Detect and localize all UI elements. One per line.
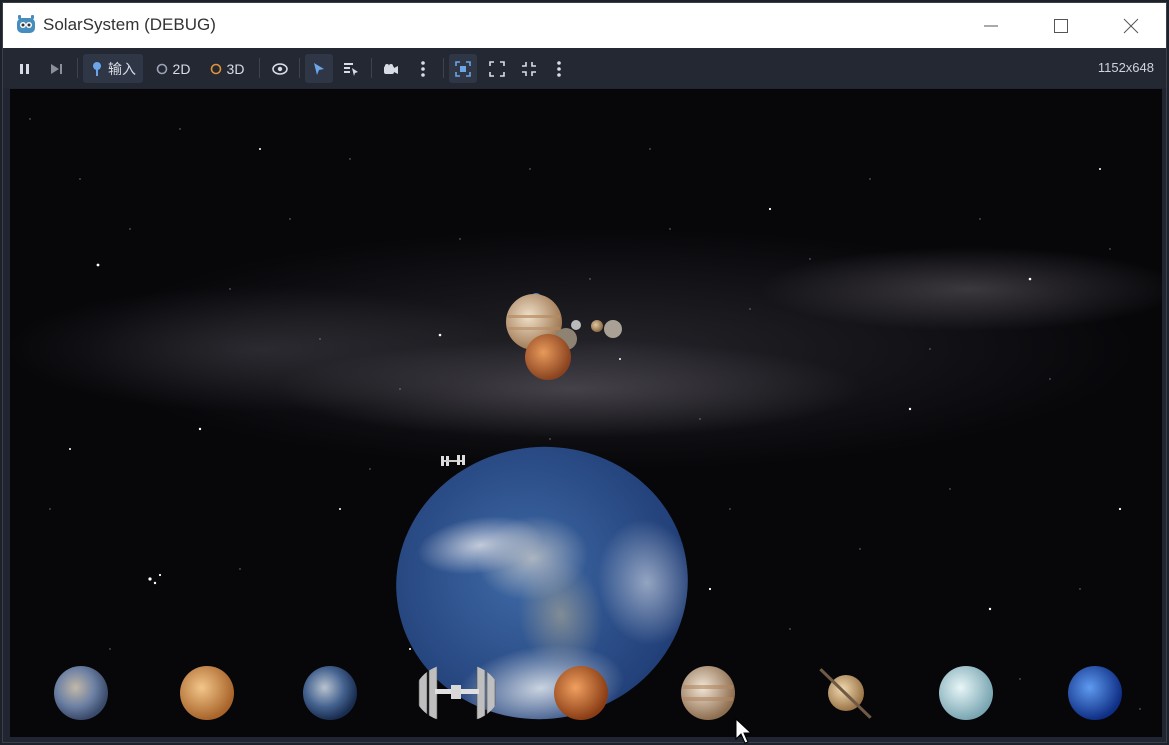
embed-game-button[interactable] bbox=[449, 54, 477, 83]
window-title: SolarSystem (DEBUG) bbox=[43, 15, 216, 34]
debug-toolbar: 输入 2D 3D 1152x648 bbox=[3, 48, 1166, 88]
iss-icon[interactable] bbox=[415, 663, 499, 723]
input-toggle-button[interactable]: 输入 bbox=[83, 54, 143, 83]
embed-menu-button[interactable] bbox=[547, 54, 571, 83]
visibility-button[interactable] bbox=[267, 54, 293, 83]
mode-3d-label: 3D bbox=[226, 60, 245, 77]
mouse-cursor-icon bbox=[735, 718, 753, 744]
radio-2d-icon bbox=[156, 63, 167, 74]
title-bar: SolarSystem (DEBUG) bbox=[3, 3, 1166, 48]
mars-icon[interactable] bbox=[553, 665, 609, 721]
mode-2d-button[interactable]: 2D bbox=[151, 54, 195, 83]
close-button[interactable] bbox=[1096, 3, 1166, 48]
maximize-button[interactable] bbox=[1026, 3, 1096, 48]
camera-menu-button[interactable] bbox=[411, 54, 435, 83]
camera-override-button[interactable] bbox=[377, 54, 405, 83]
planet-cluster bbox=[506, 293, 622, 380]
expand-icon bbox=[489, 60, 505, 77]
joystick-icon bbox=[93, 61, 101, 76]
keep-aspect-button[interactable] bbox=[515, 54, 543, 83]
close-icon bbox=[1123, 18, 1139, 33]
minimize-icon bbox=[984, 25, 998, 26]
jupiter-icon[interactable] bbox=[680, 665, 736, 721]
more-vertical-icon bbox=[557, 60, 561, 77]
eye-icon bbox=[272, 62, 288, 75]
uranus-icon[interactable] bbox=[938, 665, 994, 721]
neptune-icon[interactable] bbox=[1067, 665, 1123, 721]
more-vertical-icon bbox=[421, 60, 425, 77]
mode-3d-button[interactable]: 3D bbox=[205, 54, 249, 83]
select-tool-button[interactable] bbox=[305, 54, 333, 83]
fullscreen-button[interactable] bbox=[483, 54, 511, 83]
cursor-arrow-icon bbox=[314, 62, 324, 75]
input-label: 输入 bbox=[108, 60, 136, 77]
list-select-button[interactable] bbox=[337, 54, 365, 83]
iss-distant bbox=[441, 455, 465, 466]
pause-icon bbox=[20, 63, 29, 74]
earth-icon[interactable] bbox=[302, 665, 358, 721]
saturn-icon[interactable] bbox=[810, 659, 882, 727]
pause-button[interactable] bbox=[13, 54, 37, 83]
game-viewport[interactable] bbox=[10, 89, 1162, 737]
minimize-button[interactable] bbox=[956, 3, 1026, 48]
camera-icon bbox=[384, 63, 398, 74]
maximize-icon bbox=[1054, 18, 1068, 33]
next-frame-button[interactable] bbox=[45, 54, 69, 83]
godot-logo-icon bbox=[17, 15, 35, 33]
shrink-icon bbox=[522, 61, 536, 76]
venus-icon[interactable] bbox=[179, 665, 235, 721]
next-frame-icon bbox=[51, 63, 62, 74]
embed-window-icon bbox=[455, 60, 471, 77]
game-window: SolarSystem (DEBUG) 输入 2D 3D 1152x648 bbox=[2, 2, 1167, 743]
resolution-label: 1152x648 bbox=[1097, 60, 1154, 75]
mode-2d-label: 2D bbox=[172, 60, 191, 77]
radio-3d-icon bbox=[210, 63, 221, 74]
list-select-icon bbox=[344, 62, 358, 76]
mercury-icon[interactable] bbox=[53, 665, 109, 721]
